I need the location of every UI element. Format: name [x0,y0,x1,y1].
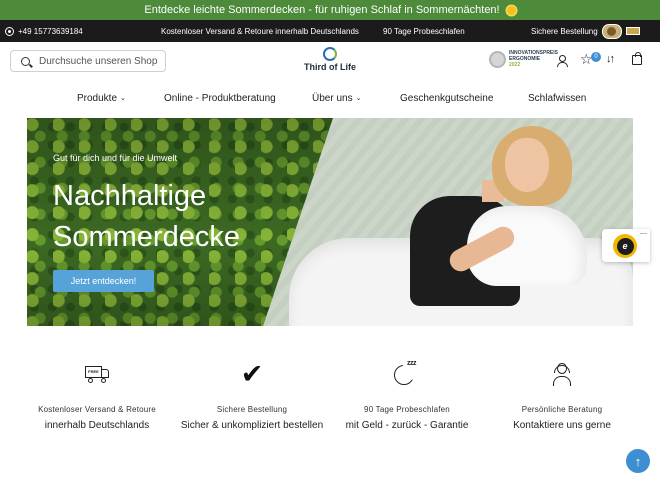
nav-label: Schlafwissen [528,93,587,104]
feature-trial-sleep: zzz 90 Tage Probeschlafen mit Geld - zur… [327,360,487,431]
feature-title: Sichere Bestellung [216,405,288,414]
trust-seal-letter: e [616,237,634,255]
feature-icon-wrap: zzz [327,360,487,388]
shipping-info: Kostenloser Versand & Retoure innerhalb … [161,26,359,36]
close-icon[interactable]: — [640,230,647,237]
nav-item-produkte[interactable]: Produkte ⌄ [77,93,126,104]
arrow-up-icon: ↑ [634,453,642,469]
features-row: FREE Kostenloser Versand & Retoure inner… [0,360,660,450]
site-header: Third of Life INNOVATIONSPREIS ERGONOMIE… [0,42,660,80]
feature-icon-wrap: FREE [17,360,177,388]
customer-service-icon [551,362,573,386]
phone-number: +49 15773639184 [18,26,83,36]
scroll-to-top-button[interactable]: ↑ [626,449,650,473]
account-icon[interactable] [556,55,568,67]
cart-bag-icon[interactable] [632,52,642,65]
feature-subtitle: Kontaktiere uns gerne [513,420,611,431]
feature-subtitle: Sicher & unkompliziert bestellen [180,420,324,431]
wishlist-count-badge: 0 [591,52,601,62]
feature-icon-wrap [482,360,642,388]
compare-arrows-icon[interactable]: ↓↑ [606,53,615,65]
hero-title-line1: Nachhaltige [53,180,207,212]
info-bar: +49 15773639184 Kostenloser Versand & Re… [0,20,660,42]
feature-subtitle: innerhalb Deutschlands [44,420,150,431]
award-text: INNOVATIONSPREIS ERGONOMIE 2022 [509,50,558,68]
agent-head [557,363,567,374]
whatsapp-icon [5,26,14,36]
secure-order-info: Sichere Bestellung [531,23,640,39]
nav-item-ueber-uns[interactable]: Über uns ⌄ [312,93,361,104]
feature-subtitle: mit Geld - zurück - Garantie [345,420,469,431]
nav-label: Produkte [77,93,118,104]
hero-title-line2: Sommerdecke [53,221,240,253]
secure-order-label: Sichere Bestellung [531,26,598,36]
search-box[interactable] [10,50,166,72]
trust-badge-widget[interactable]: — e [602,229,650,262]
main-nav: Produkte ⌄ Online - Produktberatung Über … [0,86,660,112]
logo[interactable]: Third of Life [304,47,356,72]
award-medal-icon [489,50,506,68]
nav-item-schlafwissen[interactable]: Schlafwissen [528,93,586,104]
quality-seal-icon [601,23,622,39]
nav-label: Online - Produktberatung [164,93,276,104]
logo-text: Third of Life [304,62,356,72]
feature-title: Kostenloser Versand & Retoure [38,405,156,414]
hero-banner: Gut für dich und für die Umwelt Nachhalt… [27,118,633,326]
feature-title: 90 Tage Probeschlafen [364,405,450,414]
truck-wheel [88,377,93,383]
checkmark-icon: ✔ [240,359,264,389]
hero-kicker: Gut für dich und für die Umwelt [53,153,178,163]
truck-wheel [101,377,106,383]
truck-cab [101,368,109,378]
nav-item-geschenkgutscheine[interactable]: Geschenkgutscheine [400,93,493,104]
hero-cta-button[interactable]: Jetzt entdecken! [53,270,154,292]
search-icon[interactable] [21,56,30,66]
search-input[interactable] [39,55,159,67]
agent-body [553,376,571,386]
moon-zzz-label: zzz [407,360,417,367]
free-shipping-truck-icon: FREE [85,365,109,383]
hero-person-face [505,138,549,192]
announcement-bar: Entdecke leichte Sommerdecken - für ruhi… [0,0,660,20]
nav-item-produktberatung[interactable]: Online - Produktberatung [164,93,276,104]
hero-title: Nachhaltige Sommerdecke [53,176,293,258]
trust-seal-icon: e [613,234,637,258]
truck-free-label: FREE [85,365,102,378]
logo-mark-icon [323,47,337,61]
chevron-down-icon: ⌄ [355,95,362,102]
phone-link[interactable]: +49 15773639184 [5,26,83,36]
feature-consultation: Persönliche Beratung Kontaktiere uns ger… [482,360,642,431]
trial-info: 90 Tage Probeschlafen [383,26,465,36]
feature-icon-wrap: ✔ [172,360,332,388]
award-year: 2022 [509,62,521,68]
nav-label: Über uns [312,93,353,104]
certificate-badge-icon [625,27,640,35]
award-badge: INNOVATIONSPREIS ERGONOMIE 2022 [489,50,558,68]
feature-secure-order: ✔ Sichere Bestellung Sicher & unkomplizi… [172,360,332,431]
sun-icon [506,5,516,15]
sleep-moon-icon: zzz [394,360,420,387]
chevron-down-icon: ⌄ [120,95,126,102]
announcement-text: Entdecke leichte Sommerdecken - für ruhi… [144,4,500,16]
nav-label: Geschenkgutscheine [400,93,494,104]
feature-title: Persönliche Beratung [521,405,603,414]
feature-shipping: FREE Kostenloser Versand & Retoure inner… [17,360,177,431]
